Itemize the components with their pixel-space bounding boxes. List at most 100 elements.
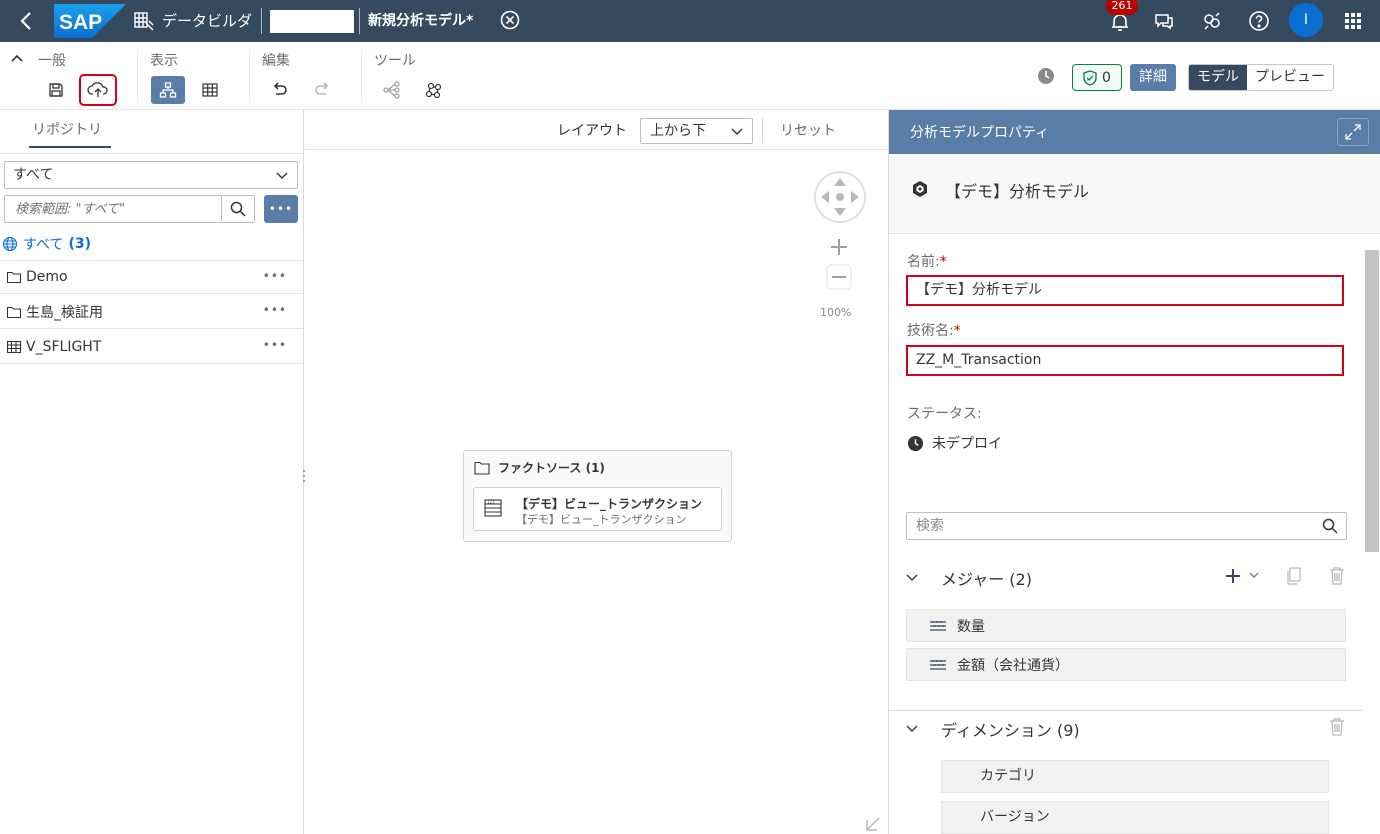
toolbar-group-tools: ツール xyxy=(374,53,416,69)
item-more-icon[interactable]: ••• xyxy=(263,338,287,352)
toolbar-group-view: 表示 xyxy=(150,53,178,69)
layout-label: レイアウト xyxy=(557,123,627,139)
history-clock-icon[interactable] xyxy=(1036,66,1056,86)
table-view-button[interactable] xyxy=(193,76,227,104)
shell-bar: SAP データビルダ 新規分析モデル* 261 I xyxy=(0,0,1380,42)
fact-source-subtitle: 【デモ】ビュー_トランザクション xyxy=(516,513,687,526)
app-title: データビルダ xyxy=(162,12,253,30)
repository-item[interactable]: Demo ••• xyxy=(0,260,303,294)
app-grid-icon[interactable] xyxy=(1341,9,1365,33)
deploy-button[interactable] xyxy=(79,74,117,106)
properties-search-input[interactable]: 検索 xyxy=(906,512,1347,540)
search-button[interactable] xyxy=(221,195,255,223)
feedback-icon[interactable] xyxy=(1152,9,1176,33)
dimension-item[interactable]: バージョン xyxy=(941,801,1329,834)
expand-panel-button[interactable] xyxy=(1337,118,1369,146)
diagram-view-button[interactable] xyxy=(151,76,185,104)
more-options-button[interactable]: ••• xyxy=(264,195,298,223)
undo-icon[interactable] xyxy=(263,76,297,104)
deployment-status: 未デプロイ xyxy=(907,433,1002,453)
node-header-label: ファクトソース (1) xyxy=(498,461,605,475)
repository-item-label: 生島_検証用 xyxy=(26,304,103,321)
folder-icon xyxy=(6,271,22,284)
toolbar-divider xyxy=(137,50,138,102)
redacted-space-name xyxy=(270,10,354,33)
item-more-icon[interactable]: ••• xyxy=(263,269,287,283)
repository-all-link[interactable]: すべて (3) xyxy=(2,234,91,254)
measures-section-header: メジャー (2) xyxy=(889,557,1364,597)
collapse-corner-icon[interactable] xyxy=(865,816,881,834)
zoom-out-icon[interactable] xyxy=(825,264,853,290)
data-builder-icon xyxy=(133,10,155,32)
impact-lineage-icon[interactable] xyxy=(375,76,409,104)
user-avatar[interactable]: I xyxy=(1289,3,1323,37)
measure-icon xyxy=(930,620,946,631)
properties-title: 分析モデルプロパティ xyxy=(910,125,1050,141)
detail-button[interactable]: 詳細 xyxy=(1130,64,1176,91)
repository-filter-select[interactable]: すべて xyxy=(4,161,298,189)
measure-item[interactable]: 金額（会社通貨） xyxy=(906,648,1346,681)
chevron-down-icon[interactable] xyxy=(905,722,919,736)
title-separator xyxy=(359,8,360,34)
divider xyxy=(762,118,763,142)
add-measure-icon[interactable] xyxy=(1223,566,1243,586)
validation-count: 0 xyxy=(1102,69,1111,86)
mode-preview-button[interactable]: プレビュー xyxy=(1247,65,1333,90)
close-tab-icon[interactable] xyxy=(499,9,521,31)
pan-navigation-icon[interactable] xyxy=(813,170,867,224)
panel-splitter-handle[interactable] xyxy=(301,468,307,484)
graph-tool-icon[interactable] xyxy=(417,76,451,104)
tab-underline xyxy=(29,146,111,148)
repository-item[interactable]: V_SFLIGHT ••• xyxy=(0,330,303,364)
search-placeholder: 検索 xyxy=(916,518,944,534)
properties-panel: 分析モデルプロパティ 【デモ】分析モデル 名前:* 【デモ】分析モデル 技術名:… xyxy=(888,110,1380,834)
zoom-in-icon[interactable] xyxy=(825,234,853,260)
collapse-toolbar-icon[interactable] xyxy=(10,52,24,70)
repository-item[interactable]: 生島_検証用 ••• xyxy=(0,295,303,329)
analytic-model-icon xyxy=(911,180,929,202)
dimension-item[interactable]: カテゴリ xyxy=(941,760,1329,793)
technical-name-input[interactable]: ZZ_M_Transaction xyxy=(906,345,1344,376)
mode-model-button[interactable]: モデル xyxy=(1189,65,1247,90)
tab-repository[interactable]: リポジトリ xyxy=(32,119,102,139)
dimensions-section-header: ディメンション (9) xyxy=(889,708,1364,748)
mode-switch: モデル プレビュー xyxy=(1188,64,1334,91)
measure-label: 数量 xyxy=(957,618,985,635)
validation-button[interactable]: 0 xyxy=(1072,64,1122,91)
scrollbar-thumb[interactable] xyxy=(1365,250,1379,552)
fact-source-item[interactable]: 123 【デモ】ビュー_トランザクション 【デモ】ビュー_トランザクション xyxy=(473,487,722,531)
save-button[interactable] xyxy=(39,76,73,104)
delete-icon[interactable] xyxy=(1328,717,1346,737)
layout-select[interactable]: 上から下 xyxy=(640,118,753,144)
all-count: (3) xyxy=(68,236,92,252)
chevron-down-icon[interactable] xyxy=(905,571,919,585)
repository-search-input[interactable] xyxy=(4,195,222,223)
shield-check-icon xyxy=(1083,69,1097,86)
redo-icon[interactable] xyxy=(305,76,339,104)
folder-icon xyxy=(474,461,490,475)
fact-source-node[interactable]: ファクトソース (1) 123 【デモ】ビュー_トランザクション 【デモ】ビュー… xyxy=(463,450,732,542)
back-arrow-icon[interactable] xyxy=(14,8,40,34)
status-value: 未デプロイ xyxy=(932,436,1002,452)
measure-item[interactable]: 数量 xyxy=(906,609,1346,642)
node-header: ファクトソース (1) xyxy=(474,459,605,476)
copy-icon[interactable] xyxy=(1285,566,1303,586)
dimensions-title: ディメンション (9) xyxy=(941,721,1080,740)
toolbar-group-edit: 編集 xyxy=(262,53,290,69)
divider xyxy=(0,153,304,154)
toolbar-divider xyxy=(361,50,362,102)
delete-icon[interactable] xyxy=(1328,566,1346,586)
expand-icon xyxy=(1345,124,1361,140)
measures-title: メジャー (2) xyxy=(941,570,1032,589)
fact-source-title: 【デモ】ビュー_トランザクション xyxy=(516,497,703,511)
name-input[interactable]: 【デモ】分析モデル xyxy=(906,275,1344,306)
reset-button[interactable]: リセット xyxy=(780,120,836,140)
search-icon xyxy=(1322,518,1338,534)
measure-icon xyxy=(930,659,946,670)
diagram-canvas[interactable]: レイアウト 上から下 リセット 100% ファクトソース (1) 123 【デモ… xyxy=(303,110,888,834)
item-more-icon[interactable]: ••• xyxy=(263,303,287,317)
help-icon[interactable] xyxy=(1247,9,1271,33)
chevron-down-icon[interactable] xyxy=(1249,570,1259,580)
chevron-down-icon xyxy=(276,172,288,179)
collaboration-icon[interactable] xyxy=(1200,9,1224,33)
